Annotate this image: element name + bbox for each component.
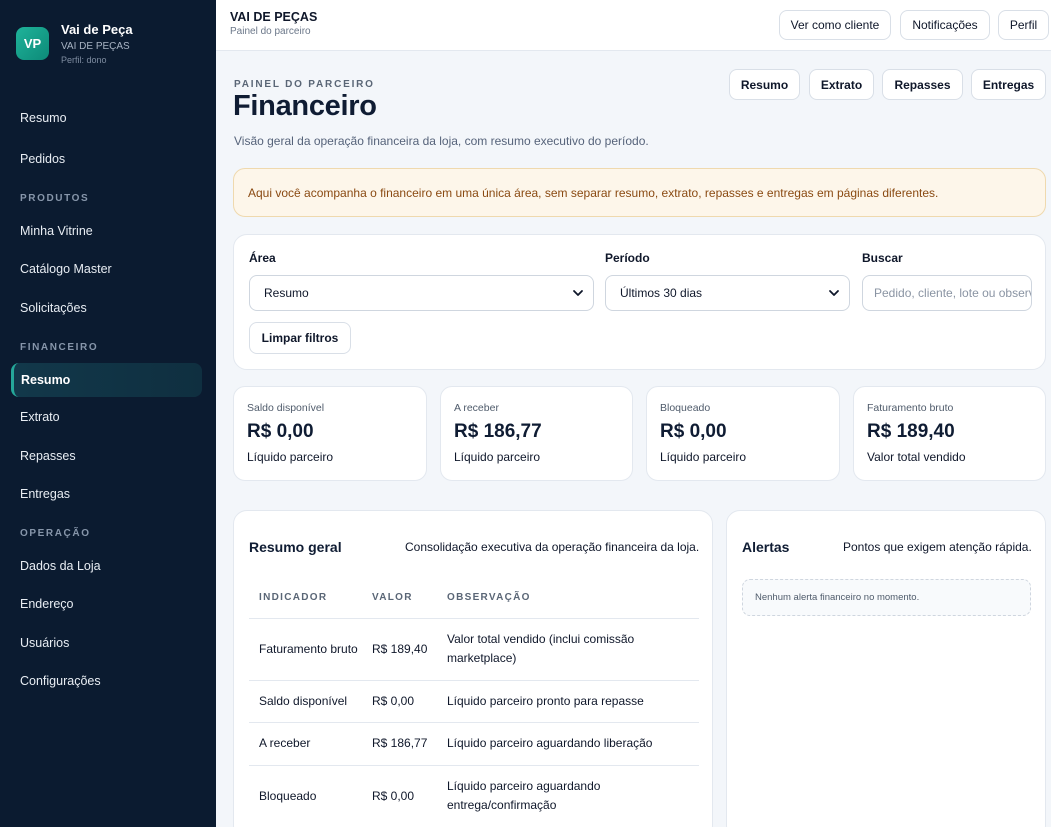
row-note: Líquido parceiro aguardando liberação bbox=[437, 722, 699, 766]
stat-card-bloqueado: Bloqueado R$ 0,00 Líquido parceiro bbox=[646, 386, 840, 481]
page-description: Visão geral da operação financeira da lo… bbox=[234, 134, 649, 148]
sidebar-item-usuarios[interactable]: Usuários bbox=[11, 626, 202, 660]
stat-card-a-receber: A receber R$ 186,77 Líquido parceiro bbox=[440, 386, 633, 481]
summary-subtitle: Consolidação executiva da operação finan… bbox=[405, 540, 700, 554]
column-header-note: OBSERVAÇÃO bbox=[437, 577, 699, 619]
sidebar-section-operacao: OPERAÇÃO bbox=[20, 528, 91, 539]
stat-label: Saldo disponível bbox=[247, 402, 325, 414]
brand[interactable]: VP Vai de Peça VAI DE PEÇAS Perfil: dono bbox=[16, 22, 133, 67]
tab-resumo[interactable]: Resumo bbox=[729, 69, 800, 100]
filters-panel: Área Resumo Período Últimos 30 dias Busc… bbox=[233, 234, 1046, 370]
sidebar-item-resumo[interactable]: Resumo bbox=[11, 101, 202, 135]
search-input[interactable] bbox=[862, 275, 1032, 311]
stat-value: R$ 186,77 bbox=[454, 421, 542, 442]
row-indicator: Bloqueado bbox=[249, 765, 362, 827]
sidebar-item-pedidos[interactable]: Pedidos bbox=[11, 142, 202, 176]
clear-filters-button[interactable]: Limpar filtros bbox=[249, 322, 351, 354]
chevron-down-icon bbox=[573, 290, 583, 296]
column-header-value: VALOR bbox=[362, 577, 437, 619]
view-as-customer-button[interactable]: Ver como cliente bbox=[779, 10, 891, 40]
summary-title: Resumo geral bbox=[249, 539, 342, 555]
stat-card-saldo-disponivel: Saldo disponível R$ 0,00 Líquido parceir… bbox=[233, 386, 427, 481]
alerts-panel: Alertas Pontos que exigem atenção rápida… bbox=[726, 510, 1046, 827]
row-value: R$ 189,40 bbox=[362, 618, 437, 681]
row-note: Líquido parceiro aguardando entrega/conf… bbox=[437, 765, 699, 827]
table-row: Faturamento bruto R$ 189,40 Valor total … bbox=[249, 618, 699, 681]
area-select-value: Resumo bbox=[264, 286, 309, 300]
period-select[interactable]: Últimos 30 dias bbox=[605, 275, 850, 311]
profile-button[interactable]: Perfil bbox=[998, 10, 1049, 40]
sidebar-item-catalogo-master[interactable]: Catálogo Master bbox=[11, 252, 202, 286]
search-label: Buscar bbox=[862, 251, 903, 265]
area-select[interactable]: Resumo bbox=[249, 275, 594, 311]
period-select-value: Últimos 30 dias bbox=[620, 286, 703, 300]
sidebar-item-entregas[interactable]: Entregas bbox=[11, 477, 202, 511]
stat-foot: Líquido parceiro bbox=[247, 450, 334, 464]
row-value: R$ 0,00 bbox=[362, 765, 437, 827]
alerts-empty-state: Nenhum alerta financeiro no momento. bbox=[742, 579, 1031, 616]
sidebar-item-minha-vitrine[interactable]: Minha Vitrine bbox=[11, 214, 202, 248]
stat-card-faturamento-bruto: Faturamento bruto R$ 189,40 Valor total … bbox=[853, 386, 1046, 481]
sidebar-item-extrato[interactable]: Extrato bbox=[11, 400, 202, 434]
stat-value: R$ 189,40 bbox=[867, 421, 955, 442]
alerts-subtitle: Pontos que exigem atenção rápida. bbox=[843, 540, 1032, 554]
notifications-button[interactable]: Notificações bbox=[900, 10, 990, 40]
stat-foot: Líquido parceiro bbox=[454, 450, 541, 464]
sidebar: VP Vai de Peça VAI DE PEÇAS Perfil: dono… bbox=[0, 0, 216, 827]
summary-panel: Resumo geral Consolidação executiva da o… bbox=[233, 510, 713, 827]
row-value: R$ 0,00 bbox=[362, 680, 437, 723]
stat-label: A receber bbox=[454, 402, 499, 414]
table-row: Saldo disponível R$ 0,00 Líquido parceir… bbox=[249, 680, 699, 723]
tab-entregas[interactable]: Entregas bbox=[971, 69, 1046, 100]
summary-table: INDICADOR VALOR OBSERVAÇÃO Faturamento b… bbox=[249, 577, 699, 827]
table-row: A receber R$ 186,77 Líquido parceiro agu… bbox=[249, 722, 699, 766]
tab-repasses[interactable]: Repasses bbox=[882, 69, 963, 100]
chevron-down-icon bbox=[829, 290, 839, 296]
row-indicator: A receber bbox=[249, 722, 362, 766]
topbar-title: VAI DE PEÇAS bbox=[230, 10, 318, 24]
sidebar-section-financeiro: FINANCEIRO bbox=[20, 342, 99, 353]
tab-extrato[interactable]: Extrato bbox=[809, 69, 874, 100]
stat-value: R$ 0,00 bbox=[660, 421, 727, 442]
stat-label: Bloqueado bbox=[660, 402, 711, 414]
area-label: Área bbox=[249, 251, 276, 265]
brand-role: Perfil: dono bbox=[61, 55, 107, 65]
table-header-row: INDICADOR VALOR OBSERVAÇÃO bbox=[249, 577, 699, 619]
sidebar-item-financeiro-resumo[interactable]: Resumo bbox=[11, 363, 202, 397]
period-label: Período bbox=[605, 251, 650, 265]
sidebar-item-dados-da-loja[interactable]: Dados da Loja bbox=[11, 549, 202, 583]
row-indicator: Saldo disponível bbox=[249, 680, 362, 723]
info-notice: Aqui você acompanha o financeiro em uma … bbox=[233, 168, 1046, 217]
stat-label: Faturamento bruto bbox=[867, 402, 954, 414]
stat-value: R$ 0,00 bbox=[247, 421, 314, 442]
stat-foot: Valor total vendido bbox=[867, 450, 966, 464]
sidebar-item-solicitacoes[interactable]: Solicitações bbox=[11, 291, 202, 325]
column-header-indicator: INDICADOR bbox=[249, 577, 362, 619]
sidebar-item-endereco[interactable]: Endereço bbox=[11, 587, 202, 621]
row-indicator: Faturamento bruto bbox=[249, 618, 362, 681]
sidebar-item-configuracoes[interactable]: Configurações bbox=[11, 664, 202, 698]
topbar: VAI DE PEÇAS Painel do parceiro Ver como… bbox=[216, 0, 1051, 51]
brand-logo: VP bbox=[16, 27, 49, 60]
page-title: Financeiro bbox=[233, 90, 377, 122]
row-value: R$ 186,77 bbox=[362, 722, 437, 766]
stat-foot: Líquido parceiro bbox=[660, 450, 747, 464]
brand-store: VAI DE PEÇAS bbox=[61, 41, 130, 52]
brand-name: Vai de Peça bbox=[61, 22, 133, 37]
row-note: Líquido parceiro pronto para repasse bbox=[437, 680, 699, 723]
page-eyebrow: PAINEL DO PARCEIRO bbox=[234, 79, 375, 90]
alerts-title: Alertas bbox=[742, 539, 790, 555]
sidebar-section-produtos: PRODUTOS bbox=[20, 193, 90, 204]
row-note: Valor total vendido (inclui comissão mar… bbox=[437, 618, 699, 681]
table-row: Bloqueado R$ 0,00 Líquido parceiro aguar… bbox=[249, 765, 699, 827]
sidebar-item-repasses[interactable]: Repasses bbox=[11, 439, 202, 473]
topbar-subtitle: Painel do parceiro bbox=[230, 26, 311, 37]
